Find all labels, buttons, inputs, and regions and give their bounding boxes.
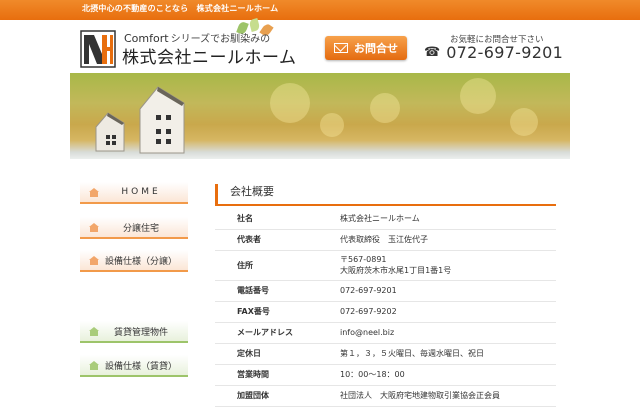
small-house-icon xyxy=(95,112,125,152)
sidebar-item-home[interactable]: HOME xyxy=(80,182,188,204)
sidebar-item-label: 賃貸管理物件 xyxy=(113,327,168,338)
row-value: 10：00〜18：00 xyxy=(340,370,405,379)
row-label: 社名 xyxy=(237,213,253,223)
contact-button[interactable]: お問合せ xyxy=(325,36,407,60)
sidebar-item-label: HOME xyxy=(121,187,161,197)
phone-contact: ☎ 072-697-9201 xyxy=(424,43,563,62)
row-label: 営業時間 xyxy=(237,370,269,379)
row-label: 定休日 xyxy=(237,349,261,358)
table-row: 定休日 第１，３，５火曜日、毎週水曜日、祝日 xyxy=(215,343,556,364)
table-row: 住所 〒567-0891 大阪府茨木市水尾1丁目1番1号 xyxy=(215,250,556,280)
row-value: 社団法人 大阪府宅地建物取引業協会正会員 xyxy=(340,391,500,400)
phone-number: 072-697-9201 xyxy=(446,43,564,62)
hero-image xyxy=(70,73,570,159)
table-row: FAX番号 072-697-9202 xyxy=(215,301,556,322)
section-title: 会社概要 xyxy=(215,184,556,206)
row-value: 072-697-9202 xyxy=(340,307,397,316)
email-link[interactable]: info@neel.biz xyxy=(340,322,556,343)
row-value: 第１，３，５火曜日、毎週水曜日、祝日 xyxy=(340,349,484,358)
table-row: 電話番号 072-697-9201 xyxy=(215,280,556,301)
sidebar-item-equipment-rental[interactable]: 設備仕様（賃貸） xyxy=(80,355,188,377)
sidebar-item-label: 設備仕様（分譲） xyxy=(104,256,177,267)
mail-icon xyxy=(334,43,348,53)
top-bar-text: 北摂中心の不動産のことなら 株式会社ニールホーム xyxy=(82,4,279,13)
address-line: 大阪府茨木市水尾1丁目1番1号 xyxy=(340,266,452,275)
sidebar-item-label: 設備仕様（賃貸） xyxy=(104,361,177,372)
sidebar-item-label: 分譲住宅 xyxy=(122,223,159,234)
row-label: 加盟団体 xyxy=(237,391,269,400)
row-value: 株式会社ニールホーム xyxy=(340,213,420,223)
company-name[interactable]: 株式会社ニールホーム xyxy=(122,43,297,68)
row-label: 代表者 xyxy=(237,235,261,244)
row-label: 電話番号 xyxy=(237,286,269,295)
postal-code: 〒567-0891 xyxy=(340,255,387,264)
table-row: メールアドレス info@neel.biz xyxy=(215,322,556,343)
table-row: 社名 株式会社ニールホーム xyxy=(215,208,556,229)
row-label: 住所 xyxy=(237,260,253,270)
sidebar-item-sale-homes[interactable]: 分譲住宅 xyxy=(80,217,188,239)
row-value: 〒567-0891 大阪府茨木市水尾1丁目1番1号 xyxy=(340,250,556,280)
top-bar: 北摂中心の不動産のことなら 株式会社ニールホーム xyxy=(0,0,640,20)
contact-button-label: お問合せ xyxy=(354,42,398,55)
table-row: 加盟団体 社団法人 大阪府宅地建物取引業協会正会員 xyxy=(215,385,556,406)
row-value: 072-697-9201 xyxy=(340,286,397,295)
sidebar-item-equipment-sale[interactable]: 設備仕様（分譲） xyxy=(80,250,188,272)
row-label: メールアドレス xyxy=(237,328,293,337)
table-row: 営業時間 10：00〜18：00 xyxy=(215,364,556,385)
phone-icon: ☎ xyxy=(424,45,441,60)
table-row: 代表者 代表取締役 玉江佐代子 xyxy=(215,229,556,250)
sidebar-item-rental-properties[interactable]: 賃貸管理物件 xyxy=(80,321,188,343)
row-label: FAX番号 xyxy=(237,307,270,316)
company-info-table: 社名 株式会社ニールホーム 代表者 代表取締役 玉江佐代子 住所 〒567-08… xyxy=(215,208,556,407)
row-value: 代表取締役 玉江佐代子 xyxy=(340,235,428,244)
company-logo-icon[interactable] xyxy=(80,30,116,68)
large-house-icon xyxy=(139,86,185,154)
